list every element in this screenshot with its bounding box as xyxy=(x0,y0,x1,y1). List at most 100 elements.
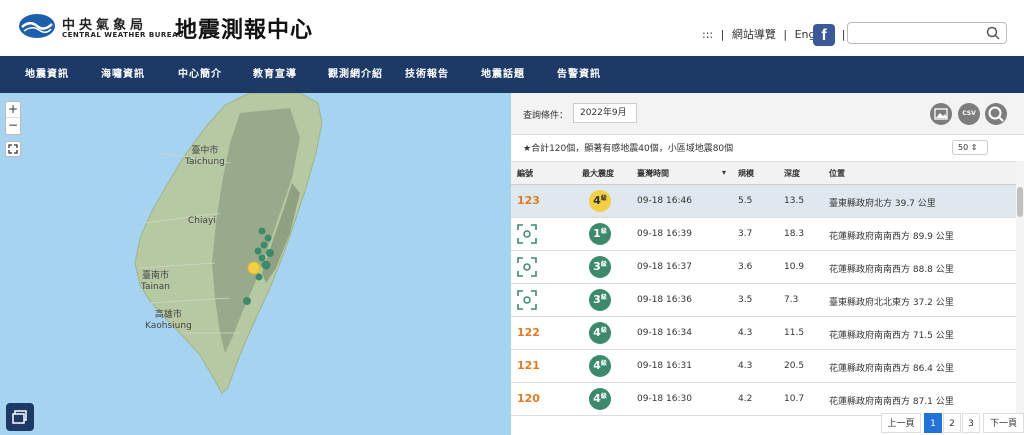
event-location: 花蓮縣政府南南西方 87.1 公里 xyxy=(829,397,954,407)
page-button-1[interactable]: 1 xyxy=(924,413,942,433)
table-row[interactable]: 120 4級 09-18 16:30 4.2 10.7 花蓮縣政府南南西方 87.1 公里 xyxy=(511,383,1016,416)
intensity-badge: 4級 xyxy=(589,355,611,377)
site-title[interactable]: 地震測報中心 xyxy=(175,12,313,44)
query-label: 查詢條件： xyxy=(523,111,569,121)
event-time: 09-18 16:36 xyxy=(637,295,692,305)
event-number[interactable]: 123 xyxy=(517,194,540,207)
image-icon xyxy=(934,108,948,120)
pagination: 上一頁 1 2 3 下一頁 xyxy=(881,413,1024,435)
cwb-logo-icon[interactable] xyxy=(18,12,56,40)
quake-marker xyxy=(266,249,274,257)
event-number[interactable]: 120 xyxy=(517,392,540,405)
scrollbar-thumb[interactable] xyxy=(1017,187,1023,217)
event-depth: 10.9 xyxy=(784,262,805,272)
image-export-button[interactable] xyxy=(930,103,952,125)
earthquake-map[interactable]: 臺中市 Taichung Chiayi 臺南市 Tainan 高雄市 Kaohs… xyxy=(0,93,511,435)
page-button-3[interactable]: 3 xyxy=(962,413,980,433)
page-size-select[interactable]: 50 ⇕ xyxy=(952,140,988,155)
event-depth: 18.3 xyxy=(784,229,805,239)
table-scrollbar[interactable] xyxy=(1016,161,1024,413)
quake-marker xyxy=(261,260,271,270)
nav-item-about[interactable]: 中心簡介 xyxy=(178,56,222,93)
taiwan-map-canvas xyxy=(134,93,323,394)
event-magnitude: 4.3 xyxy=(738,328,753,338)
event-number[interactable]: 122 xyxy=(517,326,540,339)
col-depth[interactable]: 深度 xyxy=(784,168,800,179)
event-number[interactable]: 121 xyxy=(517,359,540,372)
page-button-2[interactable]: 2 xyxy=(943,413,961,433)
locate-icon[interactable] xyxy=(517,257,537,277)
event-magnitude: 3.7 xyxy=(738,229,753,239)
col-id[interactable]: 編號 xyxy=(517,168,533,179)
table-row[interactable]: 3級 09-18 16:37 3.6 10.9 花蓮縣政府南南西方 88.8 公里 xyxy=(511,251,1016,284)
nav-item-network[interactable]: 觀測網介紹 xyxy=(328,56,383,93)
earthquake-list-panel: 查詢條件： 2022年9月 CSV ★合計120個，顯著有感地震40個，小區域地… xyxy=(511,93,1024,435)
col-intensity[interactable]: 最大震度 xyxy=(582,168,614,179)
org-name-en[interactable]: CENTRAL WEATHER BUREAU xyxy=(62,31,184,39)
nav-item-alerts[interactable]: 告警資訊 xyxy=(557,56,601,93)
event-depth: 7.3 xyxy=(784,295,799,305)
table-row[interactable]: 123 4級 09-18 16:46 5.5 13.5 臺東縣政府北方 39.7 公里 xyxy=(511,185,1016,218)
event-location: 花蓮縣政府南南西方 86.4 公里 xyxy=(829,364,954,374)
quake-marker xyxy=(264,234,272,242)
col-magnitude[interactable]: 規模 xyxy=(738,168,754,179)
fullscreen-button[interactable] xyxy=(5,141,21,157)
nav-item-tsunami-info[interactable]: 海嘯資訊 xyxy=(101,56,145,93)
sitemap-link[interactable]: 網站導覽 xyxy=(732,28,776,41)
event-time: 09-18 16:46 xyxy=(637,196,692,206)
facebook-icon[interactable]: f xyxy=(813,24,835,46)
quake-marker-highlight xyxy=(247,261,261,275)
event-magnitude: 4.3 xyxy=(738,361,753,371)
intensity-badge: 4級 xyxy=(589,388,611,410)
quake-marker xyxy=(243,297,251,305)
site-header: 中央氣象局 CENTRAL WEATHER BUREAU 地震測報中心 ::: … xyxy=(0,0,1024,56)
event-magnitude: 3.6 xyxy=(738,262,753,272)
event-time: 09-18 16:31 xyxy=(637,361,692,371)
intensity-badge: 4級 xyxy=(589,190,611,212)
table-row[interactable]: 1級 09-18 16:39 3.7 18.3 花蓮縣政府南南西方 89.9 公里 xyxy=(511,218,1016,251)
event-time: 09-18 16:34 xyxy=(637,328,692,338)
search-icon xyxy=(988,106,1004,122)
prev-page-button[interactable]: 上一頁 xyxy=(881,413,921,433)
event-location: 花蓮縣政府南南西方 71.5 公里 xyxy=(829,331,954,341)
zoom-out-button[interactable]: − xyxy=(6,118,20,134)
table-header: 編號 最大震度 臺灣時間 ▾ 規模 深度 位置 xyxy=(511,161,1016,185)
col-location[interactable]: 位置 xyxy=(829,168,845,179)
event-depth: 10.7 xyxy=(784,394,805,404)
event-depth: 20.5 xyxy=(784,361,805,371)
locate-icon[interactable] xyxy=(517,290,537,310)
csv-export-button[interactable]: CSV xyxy=(958,103,980,125)
next-page-button[interactable]: 下一頁 xyxy=(983,413,1024,433)
main-nav: 地震資訊 海嘯資訊 中心簡介 教育宣導 觀測網介紹 技術報告 地震話題 告警資訊 xyxy=(0,56,1024,93)
quake-marker xyxy=(254,247,262,255)
search-input[interactable] xyxy=(854,25,984,45)
event-location: 臺東縣政府北方 39.7 公里 xyxy=(829,199,936,209)
event-location: 花蓮縣政府南南西方 88.8 公里 xyxy=(829,265,954,275)
col-time[interactable]: 臺灣時間 xyxy=(637,168,669,179)
nav-item-topics[interactable]: 地震話題 xyxy=(481,56,525,93)
zoom-in-button[interactable]: + xyxy=(6,102,20,118)
locate-icon[interactable] xyxy=(517,224,537,244)
sort-desc-icon[interactable]: ▾ xyxy=(722,168,726,177)
event-magnitude: 3.5 xyxy=(738,295,753,305)
nav-item-reports[interactable]: 技術報告 xyxy=(405,56,449,93)
event-time: 09-18 16:39 xyxy=(637,229,692,239)
table-row[interactable]: 122 4級 09-18 16:34 4.3 11.5 花蓮縣政府南南西方 71.5 公里 xyxy=(511,317,1016,350)
intensity-badge: 1級 xyxy=(589,223,611,245)
query-month-select[interactable]: 2022年9月 xyxy=(573,103,637,123)
search-icon[interactable] xyxy=(986,26,1000,40)
layers-button[interactable] xyxy=(6,403,34,431)
quake-marker xyxy=(258,254,266,262)
table-row[interactable]: 3級 09-18 16:36 3.5 7.3 臺東縣政府北北東方 37.2 公里 xyxy=(511,284,1016,317)
intensity-badge: 4級 xyxy=(589,322,611,344)
query-bar: 查詢條件： 2022年9月 CSV xyxy=(511,93,1024,135)
map-label-tainan: 臺南市 Tainan xyxy=(141,271,170,292)
search-button[interactable] xyxy=(985,103,1007,125)
map-label-chiayi: Chiayi xyxy=(188,216,216,226)
summary-text: ★合計120個，顯著有感地震40個，小區域地震80個 xyxy=(523,144,734,154)
nav-item-earthquake-info[interactable]: 地震資訊 xyxy=(25,56,69,93)
nav-item-education[interactable]: 教育宣導 xyxy=(253,56,297,93)
table-row[interactable]: 121 4級 09-18 16:31 4.3 20.5 花蓮縣政府南南西方 86.4 公里 xyxy=(511,350,1016,383)
event-magnitude: 4.2 xyxy=(738,394,753,404)
star-icon: ★ xyxy=(523,144,532,154)
